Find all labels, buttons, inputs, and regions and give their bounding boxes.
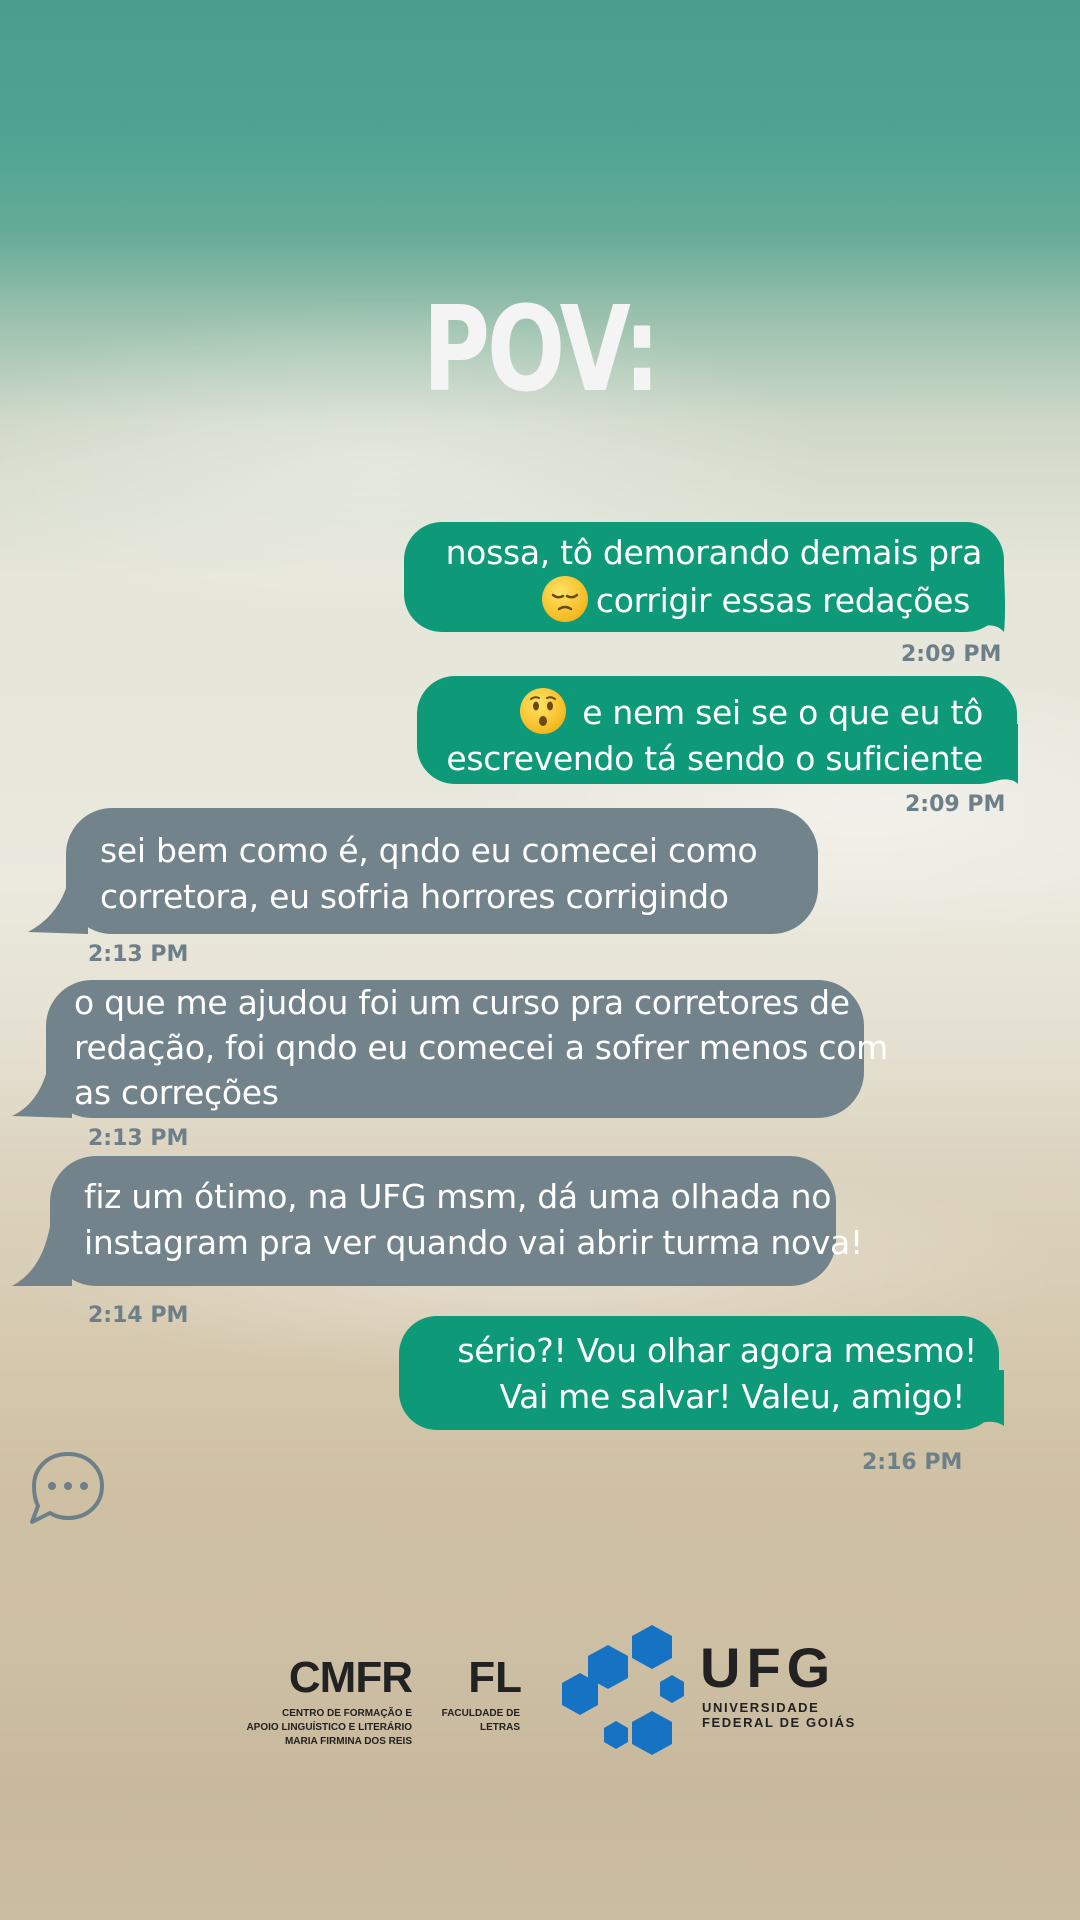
message-line: escrevendo tá sendo o suficiente bbox=[446, 739, 983, 778]
cmfr-logo: CMFR bbox=[288, 1653, 413, 1702]
hushed-face-emoji bbox=[520, 688, 567, 734]
fl-logo: FL bbox=[468, 1653, 522, 1702]
message-timestamp: 2:14 PM bbox=[88, 1303, 189, 1328]
bubble-tail bbox=[972, 1370, 1004, 1426]
message-line: Vai me salvar! Valeu, amigo! bbox=[499, 1377, 965, 1416]
institution-logos: CMFR CENTRO DE FORMAÇÃO E APOIO LINGUÍST… bbox=[0, 1615, 1080, 1765]
bubble-tail bbox=[28, 874, 88, 934]
message-line: o que me ajudou foi um curso pra correto… bbox=[74, 983, 850, 1022]
message-bubble-sent[interactable]: e nem sei se o que eu tô escrevendo tá s… bbox=[417, 676, 1017, 784]
message-bubble-received[interactable]: sei bem como é, qndo eu comecei como cor… bbox=[66, 808, 818, 934]
message-line: fiz um ótimo, na UFG msm, dá uma olhada … bbox=[84, 1177, 832, 1216]
ufg-logo-subtitle: UNIVERSIDADE FEDERAL DE GOIÁS bbox=[702, 1700, 856, 1730]
ufg-logo: UFG bbox=[700, 1636, 837, 1699]
message-timestamp: 2:13 PM bbox=[88, 942, 189, 967]
message-line: sei bem como é, qndo eu comecei como bbox=[100, 831, 758, 870]
message-line-with-emoji: e nem sei se o que eu tô bbox=[433, 688, 983, 736]
pov-title: POV: bbox=[422, 280, 661, 418]
pensive-face-emoji bbox=[541, 576, 588, 622]
bubble-tail bbox=[992, 724, 1018, 784]
message-line: instagram pra ver quando vai abrir turma… bbox=[84, 1223, 863, 1262]
message-bubble-received[interactable]: fiz um ótimo, na UFG msm, dá uma olhada … bbox=[50, 1156, 863, 1286]
bubble-tail bbox=[12, 1226, 72, 1286]
message-bubble-sent[interactable]: nossa, tô demorando demais pra corrigir … bbox=[404, 522, 1004, 632]
message-line-with-emoji: corrigir essas redações bbox=[420, 576, 982, 624]
message-timestamp: 2:09 PM bbox=[901, 642, 1002, 667]
message-timestamp: 2:13 PM bbox=[88, 1126, 189, 1151]
message-line: redação, foi qndo eu comecei a sofrer me… bbox=[74, 1028, 888, 1067]
fl-logo-subtitle: FACULDADE DE LETRAS bbox=[441, 1708, 520, 1733]
message-text: corrigir essas redações bbox=[595, 581, 970, 620]
message-line: nossa, tô demorando demais pra bbox=[445, 533, 983, 572]
message-bubble-sent[interactable]: sério?! Vou olhar agora mesmo! Vai me sa… bbox=[399, 1316, 999, 1430]
message-timestamp: 2:16 PM bbox=[862, 1450, 963, 1475]
message-line: corretora, eu sofria horrores corrigindo bbox=[100, 877, 729, 916]
message-bubble-received[interactable]: o que me ajudou foi um curso pra correto… bbox=[46, 980, 888, 1118]
cmfr-logo-subtitle: CENTRO DE FORMAÇÃO E APOIO LINGUÍSTICO E… bbox=[246, 1708, 412, 1747]
chat-bubble-icon[interactable] bbox=[28, 1448, 108, 1528]
bubble-tail bbox=[12, 1058, 72, 1118]
bubble-tail bbox=[976, 572, 1005, 632]
message-text: e nem sei se o que eu tô bbox=[582, 693, 983, 732]
ufg-hexagon-mark bbox=[562, 1625, 684, 1755]
message-timestamp: 2:09 PM bbox=[905, 792, 1006, 817]
message-line: sério?! Vou olhar agora mesmo! bbox=[457, 1331, 977, 1370]
message-line: as correções bbox=[74, 1073, 279, 1112]
